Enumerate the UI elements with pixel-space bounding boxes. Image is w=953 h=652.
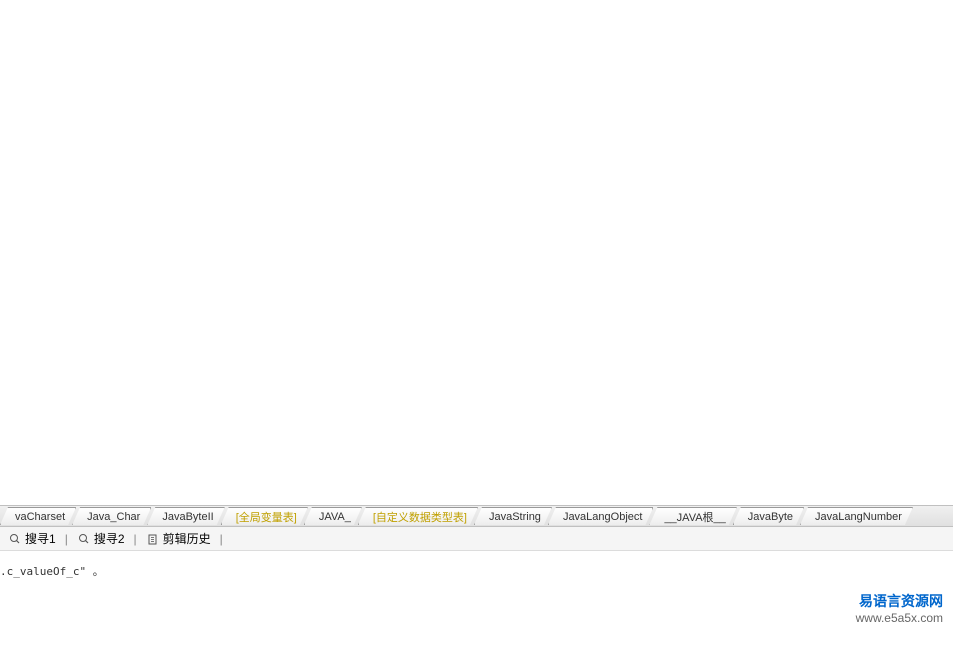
content-area	[0, 0, 953, 505]
tab-javabyte[interactable]: JavaByte	[733, 507, 804, 525]
tab-bar: vaCharset Java_Char JavaByteII [全局变量表] J…	[0, 505, 953, 527]
tab-label: vaCharset	[15, 511, 65, 523]
tab-label: JavaLangNumber	[815, 511, 902, 523]
tab-javalangnumber[interactable]: JavaLangNumber	[800, 507, 913, 525]
tab-vacharset[interactable]: vaCharset	[0, 507, 76, 525]
watermark: 易语言资源网 www.e5a5x.com	[856, 591, 943, 625]
tab-label: Java_Char	[87, 511, 140, 523]
search-2-tab[interactable]: 搜寻2	[73, 530, 129, 547]
search-icon	[77, 532, 91, 546]
search-2-label: 搜寻2	[94, 530, 125, 547]
clip-history-label: 剪辑历史	[163, 530, 211, 547]
search-icon	[8, 532, 22, 546]
watermark-url: www.e5a5x.com	[856, 611, 943, 625]
watermark-title: 易语言资源网	[856, 591, 943, 611]
search-1-tab[interactable]: 搜寻1	[4, 530, 60, 547]
tab-java[interactable]: JAVA_	[304, 507, 362, 525]
tab-javalangobject[interactable]: JavaLangObject	[548, 507, 654, 525]
tab-label: JAVA_	[319, 511, 351, 523]
divider: |	[64, 532, 69, 546]
tab-javastring[interactable]: JavaString	[474, 507, 552, 525]
tab-java-char[interactable]: Java_Char	[72, 507, 151, 525]
bottom-panel: .c_valueOf_c" 。 易语言资源网 www.e5a5x.com	[0, 551, 953, 629]
tab-javabyteii[interactable]: JavaByteII	[147, 507, 224, 525]
tab-label: __JAVA根__	[664, 509, 725, 525]
tab-custom-data-types[interactable]: [自定义数据类型表]	[358, 507, 478, 525]
clipboard-icon	[146, 532, 160, 546]
tab-label: JavaByte	[748, 511, 793, 523]
tab-label: JavaLangObject	[563, 511, 643, 523]
tab-label: [自定义数据类型表]	[373, 509, 467, 525]
search-bar: 搜寻1 | 搜寻2 | 剪辑历史 |	[0, 527, 953, 551]
tab-label: JavaByteII	[162, 511, 213, 523]
tab-global-vars[interactable]: [全局变量表]	[221, 507, 308, 525]
tab-label: [全局变量表]	[236, 509, 297, 525]
tab-label: JavaString	[489, 511, 541, 523]
divider: |	[133, 532, 138, 546]
search-1-label: 搜寻1	[25, 530, 56, 547]
code-text: .c_valueOf_c" 。	[0, 563, 104, 579]
tab-java-root[interactable]: __JAVA根__	[649, 507, 736, 525]
clip-history-tab[interactable]: 剪辑历史	[142, 530, 215, 547]
divider: |	[219, 532, 224, 546]
